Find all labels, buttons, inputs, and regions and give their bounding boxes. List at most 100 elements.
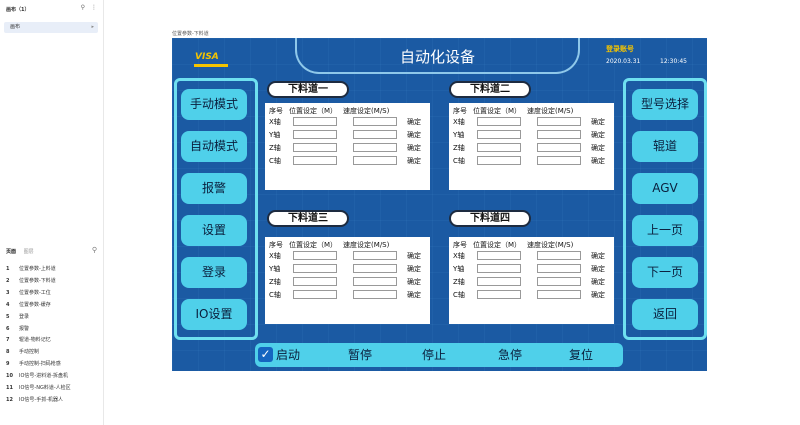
start-checkbox[interactable]: ✓ — [258, 347, 273, 362]
page-list-item[interactable]: 1 位置参数-上料道 — [6, 264, 71, 276]
axis-row: C轴 确定 — [269, 156, 429, 166]
right-menu-button-4[interactable]: 上一页 — [632, 215, 698, 246]
confirm-button[interactable]: 确定 — [591, 117, 611, 127]
left-menu-button-6[interactable]: IO设置 — [181, 299, 247, 330]
pause-button[interactable]: 暂停 — [348, 346, 372, 363]
speed-input[interactable] — [353, 156, 397, 165]
lane-header-pos: 位置设定（M） — [289, 107, 338, 115]
page-list-item[interactable]: 12 IO信号-手抓-机器人 — [6, 395, 71, 407]
right-menu-button-2[interactable]: 辊道 — [632, 131, 698, 162]
position-input[interactable] — [293, 277, 337, 286]
page-list-item[interactable]: 10 IO信号-进料道-拆盘机 — [6, 371, 71, 383]
speed-input[interactable] — [537, 290, 581, 299]
canvas-layer-item[interactable]: 画布 ▸ — [4, 22, 98, 33]
confirm-button[interactable]: 确定 — [407, 251, 427, 261]
speed-input[interactable] — [537, 156, 581, 165]
speed-input[interactable] — [353, 117, 397, 126]
speed-input[interactable] — [537, 264, 581, 273]
page-list-item[interactable]: 4 位置参数-缓存 — [6, 300, 71, 312]
confirm-button[interactable]: 确定 — [591, 251, 611, 261]
speed-input[interactable] — [353, 130, 397, 139]
right-menu-button-5[interactable]: 下一页 — [632, 257, 698, 288]
left-menu-button-5[interactable]: 登录 — [181, 257, 247, 288]
confirm-button[interactable]: 确定 — [407, 156, 427, 166]
axis-label: Z轴 — [269, 144, 281, 152]
axis-label: Y轴 — [269, 131, 281, 139]
login-account-label[interactable]: 登录账号 — [606, 44, 634, 54]
position-input[interactable] — [293, 130, 337, 139]
confirm-button[interactable]: 确定 — [591, 156, 611, 166]
right-menu-button-3[interactable]: AGV — [632, 173, 698, 204]
right-menu-button-6[interactable]: 返回 — [632, 299, 698, 330]
position-input[interactable] — [477, 290, 521, 299]
confirm-button[interactable]: 确定 — [591, 277, 611, 287]
speed-input[interactable] — [537, 117, 581, 126]
start-button[interactable]: 启动 — [276, 346, 300, 363]
right-menu-button-1[interactable]: 型号选择 — [632, 89, 698, 120]
speed-input[interactable] — [353, 290, 397, 299]
position-input[interactable] — [293, 264, 337, 273]
speed-input[interactable] — [353, 251, 397, 260]
position-input[interactable] — [477, 143, 521, 152]
page-label: 登录 — [19, 313, 30, 320]
position-input[interactable] — [293, 290, 337, 299]
axis-row: Z轴 确定 — [453, 143, 613, 153]
page-list-item[interactable]: 6 报警 — [6, 324, 71, 336]
position-input[interactable] — [477, 251, 521, 260]
axis-label: C轴 — [453, 291, 465, 299]
tab-pages[interactable]: 页面 — [6, 249, 16, 255]
page-number: 5 — [6, 313, 10, 320]
confirm-button[interactable]: 确定 — [407, 277, 427, 287]
confirm-button[interactable]: 确定 — [407, 130, 427, 140]
left-menu-button-3[interactable]: 报警 — [181, 173, 247, 204]
page-list-item[interactable]: 2 位置参数-下料道 — [6, 276, 71, 288]
confirm-button[interactable]: 确定 — [407, 117, 427, 127]
confirm-button[interactable]: 确定 — [407, 290, 427, 300]
emergency-stop-button[interactable]: 急停 — [498, 346, 522, 363]
page-list-item[interactable]: 8 手动控制 — [6, 347, 71, 359]
position-input[interactable] — [293, 117, 337, 126]
speed-input[interactable] — [537, 251, 581, 260]
position-input[interactable] — [477, 277, 521, 286]
reset-button[interactable]: 复位 — [569, 346, 593, 363]
page-list-item[interactable]: 11 IO信号-NG料道-人检区 — [6, 383, 71, 395]
position-input[interactable] — [293, 156, 337, 165]
confirm-button[interactable]: 确定 — [591, 130, 611, 140]
speed-input[interactable] — [537, 143, 581, 152]
confirm-button[interactable]: 确定 — [407, 143, 427, 153]
more-icon[interactable]: ⋮ — [91, 4, 97, 11]
page-number: 2 — [6, 277, 10, 284]
search-icon[interactable]: ⚲ — [81, 4, 85, 11]
position-input[interactable] — [293, 251, 337, 260]
position-input[interactable] — [477, 130, 521, 139]
lane-title: 下料道一 — [267, 81, 349, 98]
speed-input[interactable] — [353, 143, 397, 152]
position-input[interactable] — [477, 156, 521, 165]
confirm-button[interactable]: 确定 — [591, 264, 611, 274]
left-menu-button-1[interactable]: 手动模式 — [181, 89, 247, 120]
confirm-button[interactable]: 确定 — [591, 290, 611, 300]
confirm-button[interactable]: 确定 — [591, 143, 611, 153]
axis-label: Z轴 — [453, 144, 465, 152]
speed-input[interactable] — [537, 130, 581, 139]
confirm-button[interactable]: 确定 — [407, 264, 427, 274]
speed-input[interactable] — [353, 264, 397, 273]
speed-input[interactable] — [353, 277, 397, 286]
stop-button[interactable]: 停止 — [422, 346, 446, 363]
page-search-icon[interactable]: ⚲ — [92, 246, 97, 254]
position-input[interactable] — [477, 117, 521, 126]
page-list-item[interactable]: 7 辊道-物料记忆 — [6, 335, 71, 347]
page-list-item[interactable]: 9 手动控制-扫码枪感 — [6, 359, 71, 371]
chevron-right-icon[interactable]: ▸ — [91, 22, 94, 33]
position-input[interactable] — [477, 264, 521, 273]
lane-header-speed: 速度设定(M/S) — [343, 241, 390, 249]
lane-header-num: 序号 — [453, 107, 467, 115]
tab-layers[interactable]: 图层 — [24, 249, 34, 255]
lane-header-num: 序号 — [269, 241, 283, 249]
speed-input[interactable] — [537, 277, 581, 286]
left-menu-button-4[interactable]: 设置 — [181, 215, 247, 246]
page-list-item[interactable]: 3 位置参数-工位 — [6, 288, 71, 300]
position-input[interactable] — [293, 143, 337, 152]
page-list-item[interactable]: 5 登录 — [6, 312, 71, 324]
left-menu-button-2[interactable]: 自动模式 — [181, 131, 247, 162]
